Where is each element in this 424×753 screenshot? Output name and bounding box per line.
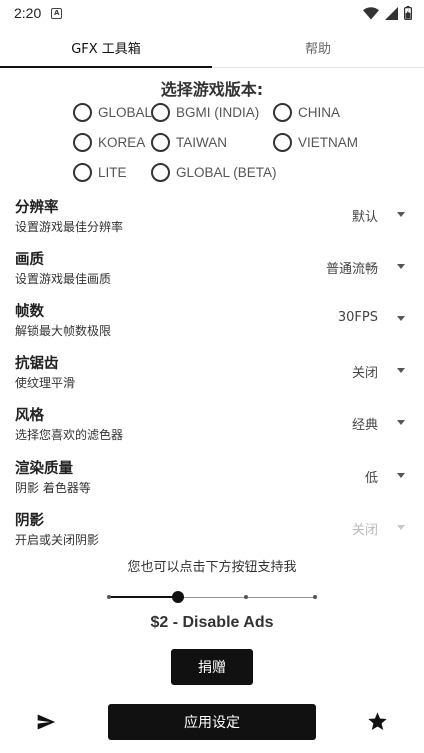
slider-thumb[interactable] xyxy=(172,591,184,603)
support-text: 您也可以点击下方按钮支持我 xyxy=(127,560,297,575)
dropdown-arrow-icon[interactable] xyxy=(397,368,405,373)
fps-dropdown[interactable]: 30FPS xyxy=(338,310,378,325)
tab-bar: GFX 工具箱 帮助 xyxy=(0,28,424,68)
radio-korea[interactable]: KOREA xyxy=(73,131,145,153)
radio-global[interactable]: GLOBAL xyxy=(73,101,152,123)
version-section-title: 选择游戏版本: xyxy=(160,80,264,99)
radio-bgmi-india[interactable]: BGMI (INDIA) xyxy=(151,101,259,123)
gesture-bar xyxy=(0,745,424,753)
resolution-dropdown[interactable]: 默认 xyxy=(352,206,378,225)
slider-tick xyxy=(244,595,248,599)
radio-circle-icon xyxy=(151,162,170,182)
slider-track-active xyxy=(108,596,178,598)
setting-label: 渲染质量 xyxy=(15,461,73,477)
radio-vietnam[interactable]: VIETNAM xyxy=(273,131,358,153)
radio-label: VIETNAM xyxy=(298,134,359,150)
setting-graphics: 画质 设置游戏最佳画质 普通流畅 xyxy=(0,248,424,298)
setting-description: 开启或关闭阴影 xyxy=(15,533,100,547)
setting-fps: 帧数 解锁最大帧数极限 30FPS xyxy=(0,300,424,350)
shadows-dropdown: 关闭 xyxy=(351,523,378,538)
render-quality-dropdown[interactable]: 低 xyxy=(365,467,378,486)
setting-label: 风格 xyxy=(15,408,44,424)
setting-description: 解锁最大帧数极限 xyxy=(15,324,112,338)
radio-circle-icon xyxy=(73,102,92,122)
status-bar: 2:20 A xyxy=(0,0,424,26)
radio-taiwan[interactable]: TAIWAN xyxy=(151,131,227,153)
donation-slider[interactable] xyxy=(107,590,317,604)
radio-circle-icon xyxy=(73,132,92,152)
status-icons xyxy=(363,6,412,20)
slider-tick xyxy=(313,595,317,599)
setting-style: 风格 选择您喜欢的滤色器 经典 xyxy=(0,404,424,454)
radio-circle-icon xyxy=(73,162,92,182)
apply-settings-button[interactable]: 应用设定 xyxy=(108,704,316,740)
donate-button[interactable]: 捐赠 xyxy=(171,649,253,685)
dropdown-arrow-icon xyxy=(397,525,405,530)
dropdown-arrow-icon[interactable] xyxy=(397,212,405,217)
battery-icon xyxy=(404,6,412,20)
setting-render-quality: 渲染质量 阴影 着色器等 低 xyxy=(0,457,424,507)
radio-label: TAIWAN xyxy=(176,134,227,150)
tab-gfx-toolbox[interactable]: GFX 工具箱 xyxy=(0,28,212,68)
bottom-bar: 应用设定 xyxy=(0,702,424,742)
radio-lite[interactable]: LITE xyxy=(73,161,127,183)
radio-circle-icon xyxy=(273,132,292,152)
setting-description: 设置游戏最佳画质 xyxy=(15,272,112,286)
radio-label: LITE xyxy=(98,164,127,180)
radio-circle-icon xyxy=(151,102,170,122)
graphics-dropdown[interactable]: 普通流畅 xyxy=(326,258,378,277)
wifi-icon xyxy=(363,6,379,19)
setting-shadows: 阴影 开启或关闭阴影 关闭 xyxy=(0,509,424,559)
setting-resolution: 分辨率 设置游戏最佳分辨率 默认 xyxy=(0,196,424,246)
anti-aliasing-dropdown[interactable]: 关闭 xyxy=(352,362,378,381)
radio-circle-icon xyxy=(151,132,170,152)
setting-label: 画质 xyxy=(15,252,44,268)
dropdown-arrow-icon[interactable] xyxy=(397,316,405,321)
radio-label: CHINA xyxy=(298,104,341,120)
radio-global-beta[interactable]: GLOBAL (BETA) xyxy=(151,161,277,183)
radio-label: GLOBAL (BETA) xyxy=(176,164,277,180)
setting-label: 抗锯齿 xyxy=(15,356,59,372)
setting-anti-aliasing: 抗锯齿 使纹理平滑 关闭 xyxy=(0,352,424,402)
signal-icon xyxy=(385,6,398,20)
setting-description: 选择您喜欢的滤色器 xyxy=(15,428,124,442)
radio-label: BGMI (INDIA) xyxy=(176,104,260,120)
slider-tick xyxy=(107,595,111,599)
setting-description: 使纹理平滑 xyxy=(15,376,76,390)
setting-description: 设置游戏最佳分辨率 xyxy=(15,220,124,234)
radio-label: KOREA xyxy=(98,134,146,150)
setting-description: 阴影 着色器等 xyxy=(15,481,91,495)
dropdown-arrow-icon[interactable] xyxy=(397,473,405,478)
status-time: 2:20 xyxy=(14,5,42,21)
dropdown-arrow-icon[interactable] xyxy=(397,420,405,425)
dropdown-arrow-icon[interactable] xyxy=(397,264,405,269)
setting-label: 帧数 xyxy=(15,304,44,320)
notification-badge-icon: A xyxy=(51,7,63,19)
tab-help[interactable]: 帮助 xyxy=(212,28,424,67)
radio-circle-icon xyxy=(273,102,292,122)
radio-label: GLOBAL xyxy=(98,104,153,120)
setting-label: 分辨率 xyxy=(15,200,59,216)
style-dropdown[interactable]: 经典 xyxy=(352,414,378,433)
star-icon[interactable] xyxy=(367,711,388,732)
send-icon[interactable] xyxy=(36,712,56,732)
setting-label: 阴影 xyxy=(15,513,44,529)
radio-china[interactable]: CHINA xyxy=(273,101,340,123)
price-label: $2 - Disable Ads xyxy=(150,614,274,631)
